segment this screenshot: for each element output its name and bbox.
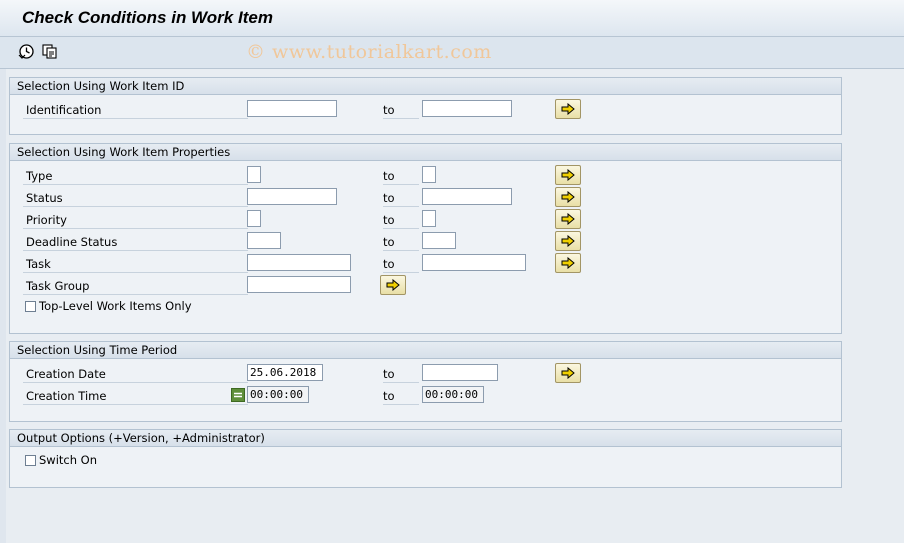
top-level-label: Top-Level Work Items Only: [39, 299, 192, 313]
identification-row: Identification to: [10, 99, 841, 119]
type-to-input[interactable]: [422, 166, 436, 183]
priority-row: Priority to: [10, 209, 841, 229]
group-header: Selection Using Work Item ID: [10, 78, 841, 95]
multiple-selection-arrow-icon: [561, 235, 575, 247]
creation-date-to-input[interactable]: [422, 364, 498, 381]
creation-date-multiple-selection-button[interactable]: [555, 363, 581, 383]
task-row: Task to: [10, 253, 841, 273]
group-header: Output Options (+Version, +Administrator…: [10, 430, 841, 447]
task-from-input[interactable]: [247, 254, 351, 271]
to-label: to: [383, 102, 419, 119]
creation-time-row: Creation Time 00:00:00 to 00:00:00: [10, 385, 841, 405]
group-header: Selection Using Work Item Properties: [10, 144, 841, 161]
to-label: to: [383, 190, 419, 207]
deadline-status-from-input[interactable]: [247, 232, 281, 249]
task-label: Task: [23, 256, 248, 273]
multiple-selection-arrow-icon: [561, 213, 575, 225]
deadline-status-label: Deadline Status: [23, 234, 248, 251]
task-to-input[interactable]: [422, 254, 526, 271]
execute-clock-icon: [18, 43, 34, 59]
top-level-checkbox[interactable]: [25, 301, 36, 312]
type-label: Type: [23, 168, 248, 185]
identification-to-input[interactable]: [422, 100, 512, 117]
deadline-status-multiple-selection-button[interactable]: [555, 231, 581, 251]
status-to-input[interactable]: [422, 188, 512, 205]
multiple-selection-arrow-icon: [561, 257, 575, 269]
priority-from-input[interactable]: [247, 210, 261, 227]
deadline-status-to-input[interactable]: [422, 232, 456, 249]
multiple-selection-arrow-icon: [561, 367, 575, 379]
priority-multiple-selection-button[interactable]: [555, 209, 581, 229]
multiple-selection-arrow-icon: [561, 103, 575, 115]
task-multiple-selection-button[interactable]: [555, 253, 581, 273]
type-from-input[interactable]: [247, 166, 261, 183]
to-label: to: [383, 234, 419, 251]
task-group-label: Task Group: [23, 278, 248, 295]
identification-multiple-selection-button[interactable]: [555, 99, 581, 119]
to-label: to: [383, 388, 419, 405]
identification-from-input[interactable]: [247, 100, 337, 117]
group-output-options: Output Options (+Version, +Administrator…: [9, 429, 842, 488]
type-row: Type to: [10, 165, 841, 185]
status-row: Status to: [10, 187, 841, 207]
switch-on-row: Switch On: [10, 451, 841, 471]
priority-label: Priority: [23, 212, 248, 229]
task-group-row: Task Group: [10, 275, 841, 295]
to-label: to: [383, 256, 419, 273]
group-work-item-properties: Selection Using Work Item Properties Typ…: [9, 143, 842, 334]
switch-on-checkbox[interactable]: [25, 455, 36, 466]
identification-label: Identification: [23, 102, 248, 119]
multiple-selection-arrow-icon: [561, 191, 575, 203]
task-group-input[interactable]: [247, 276, 351, 293]
multiple-selection-arrow-icon: [561, 169, 575, 181]
switch-on-label: Switch On: [39, 453, 98, 467]
priority-to-input[interactable]: [422, 210, 436, 227]
get-variant-button[interactable]: [39, 41, 59, 61]
status-multiple-selection-button[interactable]: [555, 187, 581, 207]
task-group-multiple-selection-button[interactable]: [380, 275, 406, 295]
get-variant-icon: [41, 43, 57, 59]
status-label: Status: [23, 190, 248, 207]
status-from-input[interactable]: [247, 188, 337, 205]
creation-date-row: Creation Date 25.06.2018 to: [10, 363, 841, 383]
deadline-status-row: Deadline Status to: [10, 231, 841, 251]
title-bar: Check Conditions in Work Item: [0, 0, 904, 37]
equals-operator-icon[interactable]: [231, 388, 245, 402]
to-label: to: [383, 366, 419, 383]
group-time-period: Selection Using Time Period Creation Dat…: [9, 341, 842, 422]
group-header: Selection Using Time Period: [10, 342, 841, 359]
execute-button[interactable]: [16, 41, 36, 61]
creation-time-to-input[interactable]: 00:00:00: [422, 386, 484, 403]
to-label: to: [383, 168, 419, 185]
type-multiple-selection-button[interactable]: [555, 165, 581, 185]
group-work-item-id: Selection Using Work Item ID Identificat…: [9, 77, 842, 135]
creation-date-label: Creation Date: [23, 366, 248, 383]
top-level-row: Top-Level Work Items Only: [10, 297, 841, 317]
watermark-text: © www.tutorialkart.com: [246, 41, 492, 63]
multiple-selection-arrow-icon: [386, 279, 400, 291]
page-title: Check Conditions in Work Item: [22, 8, 273, 27]
creation-time-from-input[interactable]: 00:00:00: [247, 386, 309, 403]
creation-date-from-input[interactable]: 25.06.2018: [247, 364, 323, 381]
to-label: to: [383, 212, 419, 229]
application-toolbar: © www.tutorialkart.com: [0, 37, 904, 69]
creation-time-label: Creation Time: [23, 388, 248, 405]
